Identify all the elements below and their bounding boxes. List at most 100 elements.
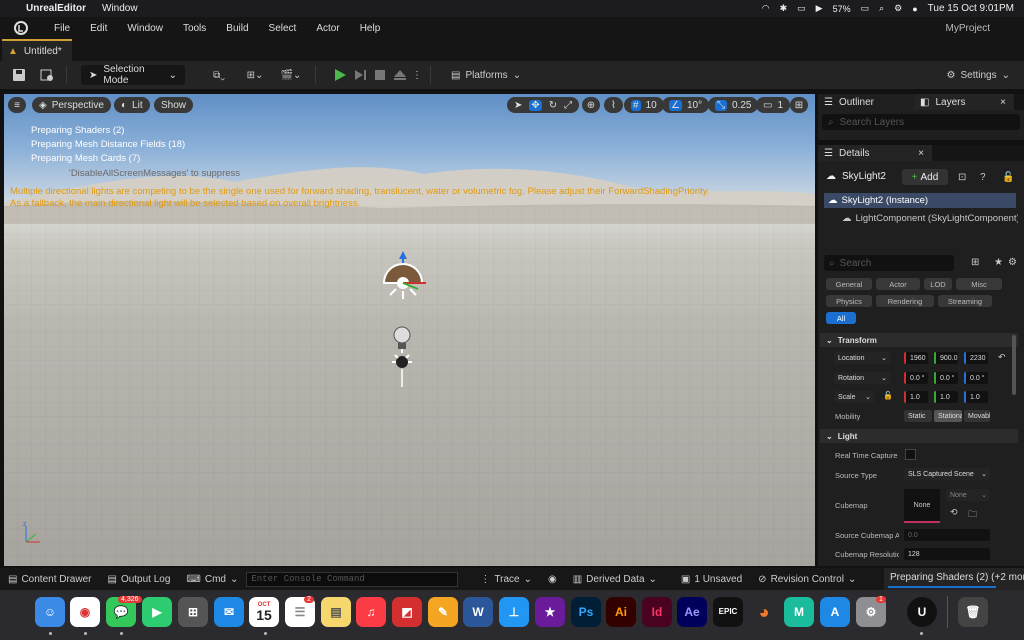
rotation-z-field[interactable]: 0.0 ° bbox=[964, 372, 988, 384]
maximize-viewport-button[interactable]: ⊞ bbox=[790, 97, 808, 113]
filter-actor[interactable]: Actor bbox=[876, 278, 920, 290]
move-tool-icon[interactable]: ✥ bbox=[529, 99, 542, 111]
pages-icon[interactable]: ✎ bbox=[428, 597, 458, 627]
location-x-field[interactable]: 1960 bbox=[904, 352, 928, 364]
music-icon[interactable]: ♫ bbox=[356, 597, 386, 627]
cinematics-button[interactable]: 🎬⌄ bbox=[273, 64, 309, 86]
battery-icon[interactable]: ▭ bbox=[861, 3, 870, 14]
content-browser-icon[interactable] bbox=[34, 64, 60, 86]
window-menu[interactable]: Window bbox=[102, 3, 138, 14]
tab-layers[interactable]: ◧ Layers × bbox=[914, 94, 1014, 110]
rotation-dropdown[interactable]: Rotation ⌄ bbox=[834, 372, 890, 384]
eject-button[interactable] bbox=[390, 64, 410, 86]
gear-icon[interactable]: ⚙ bbox=[1008, 257, 1017, 268]
scale-x-field[interactable]: 1.0 bbox=[904, 391, 928, 403]
tab-outliner[interactable]: ☰ Outliner bbox=[818, 94, 914, 110]
trace-dropdown[interactable]: ⋮ Trace ⌄ bbox=[472, 574, 540, 585]
unsaved-button[interactable]: ▣ 1 Unsaved bbox=[673, 574, 750, 585]
add-actor-button[interactable]: ⧉⌄ bbox=[201, 64, 237, 86]
trash-icon[interactable]: 🗑 bbox=[958, 597, 988, 627]
close-icon[interactable]: × bbox=[918, 148, 924, 159]
rotate-tool-icon[interactable]: ↻ bbox=[549, 100, 557, 111]
advance-frame-button[interactable] bbox=[350, 64, 370, 86]
play-button[interactable] bbox=[330, 64, 350, 86]
control-center-icon[interactable]: ⚙ bbox=[894, 3, 902, 14]
battery-percent[interactable]: 57% bbox=[833, 4, 851, 14]
settings-dropdown[interactable]: ⚙ Settings ⌄ bbox=[933, 64, 1024, 86]
menu-file[interactable]: File bbox=[44, 23, 80, 34]
lock-icon[interactable]: 🔓 bbox=[1002, 172, 1014, 183]
after-effects-icon[interactable]: Ae bbox=[677, 597, 707, 627]
save-icon[interactable] bbox=[4, 64, 34, 86]
menu-edit[interactable]: Edit bbox=[80, 23, 117, 34]
menu-select[interactable]: Select bbox=[259, 23, 307, 34]
app-store-icon[interactable]: A bbox=[820, 597, 850, 627]
maya-icon[interactable]: M bbox=[784, 597, 814, 627]
grid-snap-button[interactable]: #10 bbox=[624, 97, 664, 113]
blueprint-icon[interactable]: ⊡ bbox=[958, 172, 966, 183]
menu-build[interactable]: Build bbox=[216, 23, 258, 34]
light-section[interactable]: ⌄ Light bbox=[820, 429, 1018, 443]
notes-icon[interactable]: ▤ bbox=[321, 597, 351, 627]
play-options-button[interactable]: ⋮ bbox=[410, 64, 424, 86]
wifi-icon[interactable]: ◠ bbox=[762, 3, 770, 14]
show-button[interactable]: Show bbox=[154, 97, 194, 113]
epic-games-icon[interactable]: EPIC bbox=[713, 597, 743, 627]
component-instance-row[interactable]: ☁ SkyLight2 (Instance) bbox=[824, 193, 1016, 208]
source-type-dropdown[interactable]: SLS Captured Scene ⌄ bbox=[904, 468, 990, 480]
console-input[interactable]: Enter Console Command bbox=[246, 571, 459, 587]
perspective-button[interactable]: ◈ Perspective bbox=[32, 97, 111, 113]
calendar-icon[interactable]: OCT 15 bbox=[249, 597, 279, 627]
cubemap-thumbnail[interactable]: None bbox=[904, 489, 940, 523]
filter-all[interactable]: All bbox=[826, 312, 856, 324]
cmd-dropdown[interactable]: ⌨ Cmd ⌄ bbox=[178, 574, 246, 585]
close-icon[interactable]: × bbox=[1000, 97, 1006, 108]
photo-booth-icon[interactable]: ◩ bbox=[392, 597, 422, 627]
world-space-button[interactable]: ⊕ bbox=[582, 97, 600, 113]
viewport-menu-button[interactable]: ≡ bbox=[8, 97, 26, 113]
browse-icon[interactable]: 🗀 bbox=[968, 507, 977, 523]
blueprint-button[interactable]: ⊞⌄ bbox=[237, 64, 273, 86]
filter-streaming[interactable]: Streaming bbox=[938, 295, 992, 307]
app-name-menu[interactable]: UnrealEditor bbox=[26, 3, 86, 14]
source-cubemap-angle-field[interactable]: 0.0 bbox=[904, 529, 990, 541]
derived-data-dropdown[interactable]: ▥ Derived Data ⌄ bbox=[565, 574, 665, 585]
content-drawer-button[interactable]: ▤ Content Drawer bbox=[0, 574, 99, 585]
stop-button[interactable] bbox=[370, 64, 390, 86]
rotation-x-field[interactable]: 0.0 ° bbox=[904, 372, 928, 384]
bluetooth-icon[interactable]: ✱ bbox=[780, 3, 788, 14]
imovie-icon[interactable]: ★ bbox=[535, 597, 565, 627]
level-viewport[interactable]: ≡ ◈ Perspective ◐ Lit Show ➤ ✥ ↻ ⤢ ⊕ ⌇ #10… bbox=[4, 94, 815, 566]
tab-untitled[interactable]: ▲ Untitled* bbox=[2, 39, 72, 61]
progress-notification[interactable]: Preparing Shaders (2) (+2 more bbox=[884, 568, 1024, 590]
mobility-movable[interactable]: Movable bbox=[964, 410, 990, 422]
menu-tools[interactable]: Tools bbox=[173, 23, 216, 34]
menubar-clock[interactable]: Tue 15 Oct 9:01PM bbox=[928, 3, 1014, 14]
menu-actor[interactable]: Actor bbox=[306, 23, 349, 34]
cubemap-dropdown[interactable]: None ⌄ bbox=[946, 489, 990, 501]
record-icon[interactable]: ◉ bbox=[540, 574, 565, 585]
word-icon[interactable]: W bbox=[463, 597, 493, 627]
location-y-field[interactable]: 900.0 bbox=[934, 352, 958, 364]
lock-icon[interactable]: 🔓 bbox=[883, 391, 893, 400]
spotlight-icon[interactable]: ⌕ bbox=[879, 3, 884, 14]
layers-search-input[interactable]: ⌕ Search Layers bbox=[822, 114, 1020, 130]
output-log-button[interactable]: ▤ Output Log bbox=[99, 574, 178, 585]
use-selected-icon[interactable]: ⟲ bbox=[950, 507, 958, 518]
rt-capture-checkbox[interactable] bbox=[905, 449, 916, 460]
revision-control-dropdown[interactable]: ⊘ Revision Control ⌄ bbox=[750, 574, 864, 585]
menu-window[interactable]: Window bbox=[117, 23, 173, 34]
scale-snap-button[interactable]: ⤡ 0.25 bbox=[708, 97, 759, 113]
illustrator-icon[interactable]: Ai bbox=[606, 597, 636, 627]
rotation-y-field[interactable]: 0.0 ° bbox=[934, 372, 958, 384]
view-mode-button[interactable]: ◐ Lit bbox=[114, 97, 150, 113]
mail-icon[interactable]: ✉ bbox=[214, 597, 244, 627]
help-icon[interactable]: ? bbox=[980, 172, 986, 183]
transform-section[interactable]: ⌄ Transform bbox=[820, 333, 1018, 347]
tab-details[interactable]: ☰ Details × bbox=[818, 145, 932, 161]
scale-y-field[interactable]: 1.0 bbox=[934, 391, 958, 403]
table-view-icon[interactable]: ⊞ bbox=[971, 257, 979, 268]
filter-misc[interactable]: Misc bbox=[956, 278, 1002, 290]
unreal-dock-icon[interactable]: U bbox=[907, 597, 937, 627]
playback-icon[interactable]: ▶ bbox=[816, 3, 823, 14]
